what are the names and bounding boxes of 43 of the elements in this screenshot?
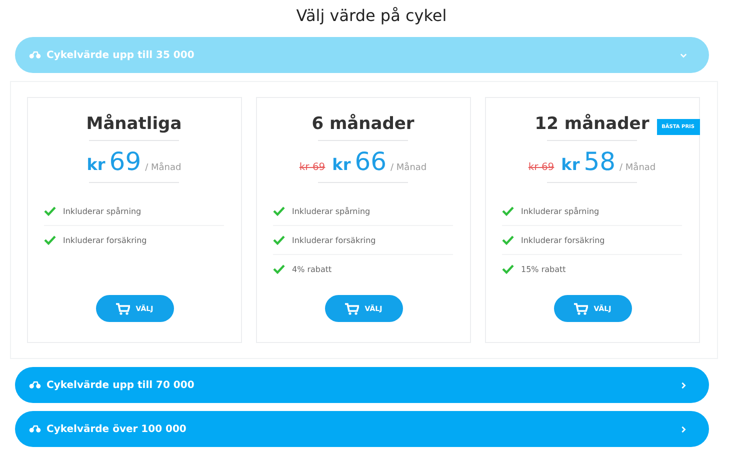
bicycle-icon xyxy=(28,425,40,433)
price: 66 xyxy=(354,147,387,176)
feature-text: Inkluderar forsäkring xyxy=(521,236,605,244)
feature-text: Inkluderar spårning xyxy=(521,206,600,216)
plan-name: Månatliga xyxy=(86,114,182,134)
feature-text: Inkluderar spårning xyxy=(63,206,142,216)
accordion-header[interactable]: Cykelvärde upp till 70 000 xyxy=(14,367,708,403)
check-icon xyxy=(44,235,56,245)
price: 69 xyxy=(109,147,142,176)
feature-text: Inkluderar forsäkring xyxy=(292,236,376,244)
price-unit: / Månad xyxy=(390,163,427,173)
check-icon xyxy=(44,206,56,216)
feature-text: 4% rabatt xyxy=(292,264,332,274)
bicycle-icon xyxy=(28,381,40,389)
old-price: kr 69 xyxy=(299,162,326,173)
cart-icon xyxy=(574,302,588,314)
currency: kr xyxy=(86,155,106,174)
cart-icon xyxy=(116,302,130,314)
check-icon xyxy=(273,264,285,274)
accordion-header[interactable]: Cykelvärde upp till 35 000 xyxy=(14,37,708,73)
plan-name: 6 månader xyxy=(312,114,414,134)
feature-text: Inkluderar spårning xyxy=(292,206,370,216)
feature-text: Inkluderar forsäkring xyxy=(63,236,147,244)
price: 58 xyxy=(584,147,616,176)
page-title: Välj värde på cykel xyxy=(296,6,447,25)
check-icon xyxy=(502,235,514,245)
check-icon xyxy=(273,206,285,216)
cart-icon xyxy=(344,302,359,314)
currency: kr xyxy=(332,155,351,174)
check-icon xyxy=(502,264,514,274)
price-unit: / Månad xyxy=(620,163,656,173)
price-unit: / Månad xyxy=(145,163,182,173)
chevron-right-icon xyxy=(680,426,686,432)
check-icon xyxy=(273,235,285,245)
chevron-right-icon xyxy=(680,382,686,388)
bicycle-icon xyxy=(28,51,40,59)
feature-text: 15% rabatt xyxy=(521,264,566,274)
plan-name: 12 månader xyxy=(534,114,650,134)
chevron-down-icon xyxy=(680,52,686,58)
currency: kr xyxy=(561,155,580,174)
old-price: kr 69 xyxy=(528,162,554,173)
check-icon xyxy=(502,206,514,216)
accordion-header[interactable]: Cykelvärde över 100 000 xyxy=(14,411,708,447)
